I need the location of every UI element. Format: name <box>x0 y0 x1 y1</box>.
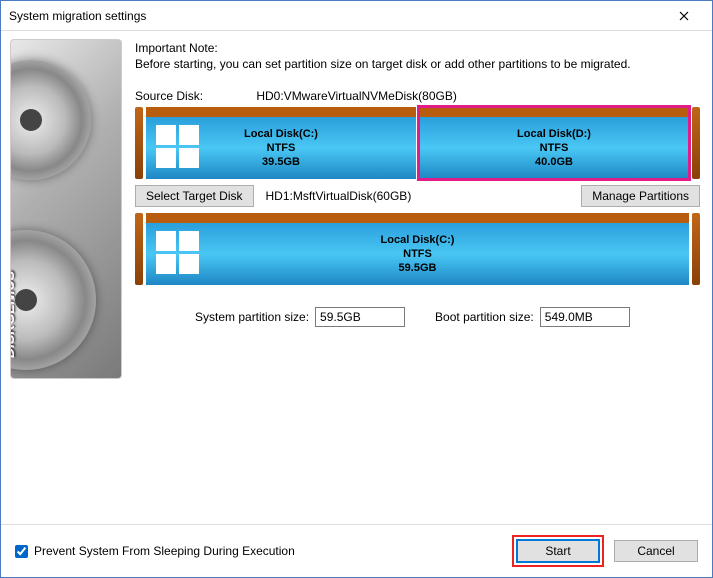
partition-block[interactable]: Local Disk(C:)NTFS59.5GB <box>146 213 689 285</box>
cancel-button[interactable]: Cancel <box>614 540 698 562</box>
target-controls-row: Select Target Disk HD1:MsftVirtualDisk(6… <box>135 185 700 207</box>
prevent-sleep-checkbox-label[interactable]: Prevent System From Sleeping During Exec… <box>15 544 295 558</box>
boot-partition-size-label: Boot partition size: <box>435 310 534 324</box>
source-disk-row: Source Disk: HD0:VMwareVirtualNVMeDisk(8… <box>135 89 700 103</box>
footer: Prevent System From Sleeping During Exec… <box>1 524 712 577</box>
partition-info: Local Disk(C:)NTFS59.5GB <box>381 233 455 276</box>
disk-platter-icon <box>10 60 91 180</box>
disk-bracket-icon <box>135 107 143 179</box>
source-disk-name: HD0:VMwareVirtualNVMeDisk(80GB) <box>256 89 457 103</box>
sidebar: DISKGENIUS <box>1 31 131 524</box>
start-button-highlight: Start <box>512 535 604 567</box>
disk-bracket-icon <box>692 213 700 285</box>
disk-bracket-icon <box>135 213 143 285</box>
size-row: System partition size: Boot partition si… <box>135 307 700 327</box>
boot-partition-size-input[interactable] <box>540 307 630 327</box>
target-disk-bar: Local Disk(C:)NTFS59.5GB <box>135 213 700 285</box>
manage-partitions-button[interactable]: Manage Partitions <box>581 185 700 207</box>
prevent-sleep-text: Prevent System From Sleeping During Exec… <box>34 544 295 558</box>
windows-logo-icon <box>156 125 202 171</box>
close-icon <box>679 11 689 21</box>
close-button[interactable] <box>664 2 704 30</box>
note-text: Before starting, you can set partition s… <box>135 57 700 71</box>
brand-text: DISKGENIUS <box>10 271 17 358</box>
note-heading: Important Note: <box>135 41 700 55</box>
disk-illustration: DISKGENIUS <box>10 39 122 379</box>
target-disk-name: HD1:MsftVirtualDisk(60GB) <box>266 189 576 203</box>
system-partition-size-input[interactable] <box>315 307 405 327</box>
system-partition-size-label: System partition size: <box>195 310 309 324</box>
dialog-window: System migration settings DISKGENIUS Imp… <box>0 0 713 578</box>
partition-info: Local Disk(C:)NTFS39.5GB <box>244 127 318 170</box>
titlebar: System migration settings <box>1 1 712 31</box>
prevent-sleep-checkbox[interactable] <box>15 545 28 558</box>
source-disk-label: Source Disk: <box>135 89 253 103</box>
partition-block[interactable]: Local Disk(C:)NTFS39.5GB <box>146 107 416 179</box>
disk-bracket-icon <box>692 107 700 179</box>
disk-platter-icon <box>10 230 96 370</box>
windows-logo-icon <box>156 231 202 277</box>
start-button[interactable]: Start <box>516 539 600 563</box>
partition-info: Local Disk(D:)NTFS40.0GB <box>517 127 591 170</box>
select-target-disk-button[interactable]: Select Target Disk <box>135 185 254 207</box>
partition-block[interactable]: Local Disk(D:)NTFS40.0GB <box>419 107 689 179</box>
main-panel: Important Note: Before starting, you can… <box>131 31 712 524</box>
source-disk-bar: Local Disk(C:)NTFS39.5GB Local Disk(D:)NT… <box>135 107 700 179</box>
dialog-body: DISKGENIUS Important Note: Before starti… <box>1 31 712 524</box>
window-title: System migration settings <box>9 9 664 23</box>
